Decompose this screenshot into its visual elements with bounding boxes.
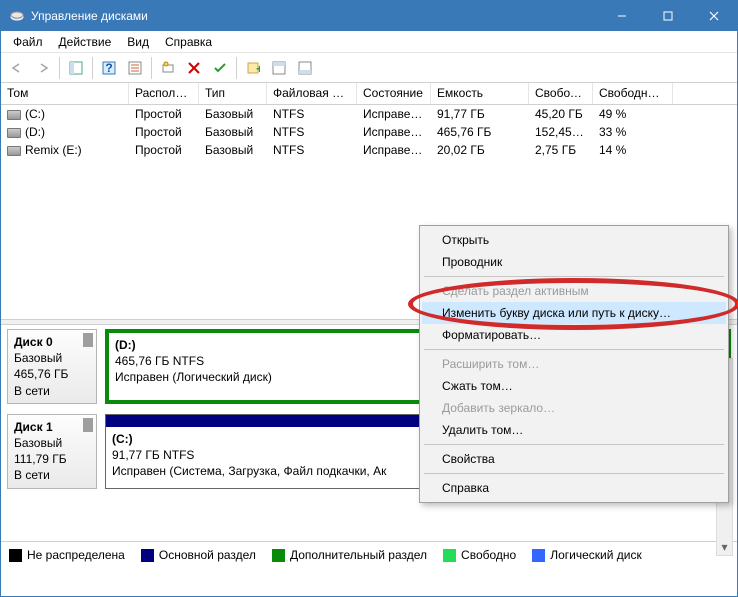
ctx-explorer[interactable]: Проводник [422,251,726,273]
col-layout[interactable]: Располо… [129,83,199,104]
ctx-make-active: Сделать раздел активным [422,280,726,302]
ctx-open[interactable]: Открыть [422,229,726,251]
close-button[interactable] [691,1,737,31]
toolbar: ? + [1,53,737,83]
disk-icon [7,146,21,156]
ctx-help[interactable]: Справка [422,477,726,499]
menu-action[interactable]: Действие [51,33,120,51]
ctx-properties[interactable]: Свойства [422,448,726,470]
delete-button[interactable] [182,56,206,80]
panel2-button[interactable] [293,56,317,80]
ctx-format[interactable]: Форматировать… [422,324,726,346]
legend-free: Свободно [461,548,516,562]
disk-header[interactable]: Диск 0Базовый465,76 ГБВ сети [7,329,97,404]
settings-button[interactable] [156,56,180,80]
volume-table-header: Том Располо… Тип Файловая с… Состояние Е… [1,83,737,105]
legend-logical: Логический диск [550,548,642,562]
col-capacity[interactable]: Емкость [431,83,529,104]
ctx-mirror: Добавить зеркало… [422,397,726,419]
context-menu: Открыть Проводник Сделать раздел активны… [419,225,729,503]
col-freepct[interactable]: Свободно % [593,83,673,104]
volume-table-body: (C:)ПростойБазовыйNTFSИсправен…91,77 ГБ4… [1,105,737,159]
panel1-button[interactable] [267,56,291,80]
help-button[interactable]: ? [97,56,121,80]
svg-text:?: ? [105,61,112,75]
titlebar: Управление дисками [1,1,737,31]
list-button[interactable] [123,56,147,80]
ctx-delete[interactable]: Удалить том… [422,419,726,441]
ctx-shrink[interactable]: Сжать том… [422,375,726,397]
ctx-change-letter[interactable]: Изменить букву диска или путь к диску… [422,302,726,324]
legend-primary: Основной раздел [159,548,256,562]
table-row[interactable]: (C:)ПростойБазовыйNTFSИсправен…91,77 ГБ4… [1,105,737,123]
menu-help[interactable]: Справка [157,33,220,51]
legend: Не распределена Основной раздел Дополнит… [1,541,737,568]
minimize-button[interactable] [599,1,645,31]
ctx-extend: Расширить том… [422,353,726,375]
menu-view[interactable]: Вид [119,33,157,51]
col-type[interactable]: Тип [199,83,267,104]
partition[interactable]: (C:)91,77 ГБ NTFSИсправен (Система, Загр… [105,414,448,489]
legend-extended: Дополнительный раздел [290,548,427,562]
col-filesystem[interactable]: Файловая с… [267,83,357,104]
menubar: Файл Действие Вид Справка [1,31,737,53]
table-row[interactable]: (D:)ПростойБазовыйNTFSИсправен…465,76 ГБ… [1,123,737,141]
disk-header[interactable]: Диск 1Базовый111,79 ГБВ сети [7,414,97,489]
view-button[interactable] [64,56,88,80]
table-row[interactable]: Remix (E:)ПростойБазовыйNTFSИсправен…20,… [1,141,737,159]
svg-text:+: + [256,62,260,75]
new-button[interactable]: + [241,56,265,80]
col-state[interactable]: Состояние [357,83,431,104]
check-button[interactable] [208,56,232,80]
scroll-down-icon[interactable]: ▾ [717,538,732,555]
disk-icon [7,128,21,138]
forward-button [31,56,55,80]
menu-file[interactable]: Файл [5,33,51,51]
maximize-button[interactable] [645,1,691,31]
back-button [5,56,29,80]
window-title: Управление дисками [31,9,599,23]
app-icon [9,8,25,24]
disk-icon [7,110,21,120]
col-free[interactable]: Свобод… [529,83,593,104]
col-volume[interactable]: Том [1,83,129,104]
legend-unallocated: Не распределена [27,548,125,562]
